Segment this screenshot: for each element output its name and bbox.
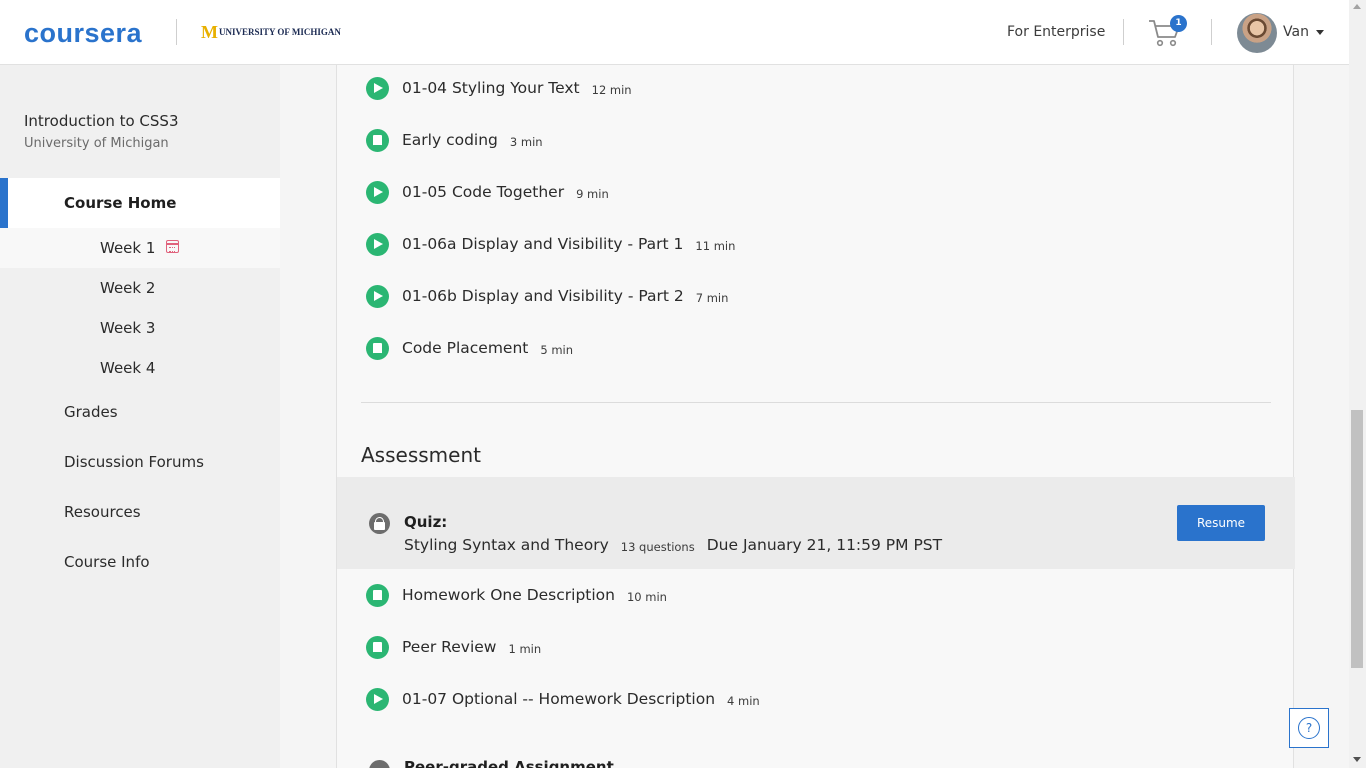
lesson-item[interactable]: 01-06a Display and Visibility - Part 1 1…	[366, 229, 735, 259]
avatar[interactable]	[1237, 13, 1277, 53]
assessment-item[interactable]: Homework One Description 10 min	[366, 580, 667, 610]
play-icon	[366, 180, 389, 204]
lesson-title: 01-05 Code Together	[402, 183, 565, 201]
sidebar-item-resources[interactable]: Resources	[64, 503, 141, 521]
for-enterprise-link[interactable]: For Enterprise	[1007, 24, 1105, 40]
top-header: coursera M UNIVERSITY OF MICHIGAN For En…	[0, 0, 1349, 65]
lesson-title: 01-06a Display and Visibility - Part 1	[402, 235, 684, 253]
lesson-item[interactable]: 01-04 Styling Your Text 12 min	[366, 73, 632, 103]
university-of-michigan-logo[interactable]: M UNIVERSITY OF MICHIGAN	[201, 22, 341, 42]
play-icon	[366, 284, 389, 308]
scrollbar-thumb[interactable]	[1351, 410, 1363, 668]
week-content: 01-04 Styling Your Text 12 min Early cod…	[336, 65, 1295, 768]
week-label: Week 1	[100, 239, 156, 257]
sidebar-item-label: Course Home	[64, 194, 177, 212]
play-icon	[366, 76, 389, 100]
play-icon	[366, 232, 389, 256]
lesson-title: 01-04 Styling Your Text	[402, 79, 580, 97]
lesson-duration: 9 min	[576, 186, 609, 201]
sidebar-item-week-3[interactable]: Week 3	[0, 308, 280, 348]
item-duration: 4 min	[727, 693, 760, 708]
peer-assignment-title[interactable]: Peer-graded Assignment	[404, 758, 614, 768]
cart-count-badge: 1	[1170, 15, 1187, 32]
quiz-details: Styling Syntax and Theory 13 questions D…	[404, 536, 942, 554]
resume-button[interactable]: Resume	[1177, 505, 1265, 541]
section-divider	[361, 402, 1271, 403]
sidebar-item-grades[interactable]: Grades	[64, 403, 118, 421]
lesson-title: 01-06b Display and Visibility - Part 2	[402, 287, 684, 305]
item-duration: 10 min	[626, 589, 667, 604]
quiz-due-date: Due January 21, 11:59 PM PST	[706, 536, 943, 554]
michigan-m-mark: M	[201, 22, 218, 42]
active-indicator	[0, 178, 8, 228]
assessment-item[interactable]: Peer Review 1 min	[366, 632, 541, 662]
sidebar-item-course-info[interactable]: Course Info	[64, 553, 150, 571]
lesson-duration: 3 min	[509, 134, 543, 149]
help-icon: ?	[1298, 717, 1320, 739]
course-sidebar: Introduction to CSS3 University of Michi…	[0, 65, 280, 768]
header-divider	[1123, 19, 1124, 45]
quiz-title[interactable]: Styling Syntax and Theory	[404, 536, 609, 554]
page-scrollbar[interactable]	[1349, 0, 1366, 768]
assessment-item[interactable]: 01-07 Optional -- Homework Description 4…	[366, 684, 760, 714]
header-divider	[176, 19, 177, 45]
lesson-item[interactable]: Early coding 3 min	[366, 125, 543, 155]
quiz-item[interactable]: Quiz: Styling Syntax and Theory 13 quest…	[337, 477, 1295, 569]
scroll-up-arrow-icon[interactable]	[1353, 4, 1361, 9]
sidebar-item-week-4[interactable]: Week 4	[0, 348, 280, 388]
chevron-down-icon[interactable]	[1316, 30, 1324, 35]
week-label: Week 4	[100, 359, 156, 377]
header-divider	[1211, 19, 1212, 45]
help-button[interactable]: ?	[1289, 708, 1329, 748]
item-title: Peer Review	[402, 638, 497, 656]
assessment-heading: Assessment	[361, 443, 481, 467]
sidebar-item-week-2[interactable]: Week 2	[0, 268, 280, 308]
reading-icon	[366, 336, 389, 360]
week-label: Week 3	[100, 319, 156, 337]
coursera-logo[interactable]: coursera	[24, 18, 142, 49]
lesson-item[interactable]: 01-05 Code Together 9 min	[366, 177, 609, 207]
item-title: 01-07 Optional -- Homework Description	[402, 690, 716, 708]
lesson-duration: 5 min	[540, 342, 574, 357]
sidebar-item-discussion-forums[interactable]: Discussion Forums	[64, 453, 204, 471]
item-title: Homework One Description	[402, 586, 615, 604]
calendar-icon	[166, 240, 179, 253]
lesson-duration: 11 min	[695, 238, 736, 253]
week-label: Week 2	[100, 279, 156, 297]
user-name[interactable]: Van	[1283, 24, 1309, 40]
course-university: University of Michigan	[24, 136, 169, 151]
course-title[interactable]: Introduction to CSS3	[24, 112, 179, 130]
reading-icon	[366, 635, 389, 659]
lesson-item[interactable]: 01-06b Display and Visibility - Part 2 7…	[366, 281, 728, 311]
scroll-down-arrow-icon[interactable]	[1353, 757, 1361, 762]
lesson-title: Early coding	[402, 131, 498, 149]
item-duration: 1 min	[508, 641, 542, 656]
sidebar-item-course-home[interactable]: Course Home	[0, 178, 280, 228]
lock-icon	[369, 760, 390, 768]
sidebar-item-week-1[interactable]: Week 1	[0, 228, 280, 268]
quiz-question-count: 13 questions	[620, 539, 695, 554]
play-icon	[366, 687, 389, 711]
lesson-duration: 7 min	[695, 290, 729, 305]
lesson-duration: 12 min	[591, 82, 632, 97]
lesson-title: Code Placement	[402, 339, 529, 357]
quiz-type-label: Quiz:	[404, 513, 448, 531]
lock-icon	[369, 513, 390, 534]
lesson-item[interactable]: Code Placement 5 min	[366, 333, 573, 363]
michigan-wordmark: UNIVERSITY OF MICHIGAN	[219, 27, 341, 37]
reading-icon	[366, 583, 389, 607]
reading-icon	[366, 128, 389, 152]
